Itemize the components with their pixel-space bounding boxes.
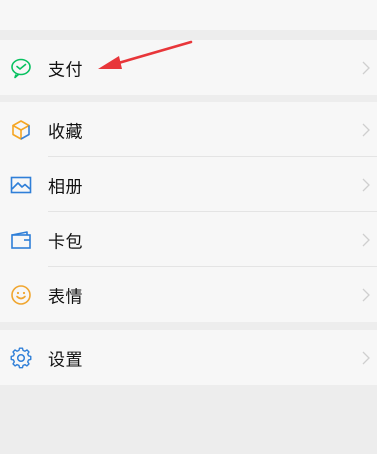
menu-item-cards-label: 卡包 xyxy=(48,232,83,252)
menu-item-settings[interactable]: 设置 xyxy=(0,330,377,385)
image-icon xyxy=(10,174,32,196)
menu-item-album[interactable]: 相册 xyxy=(0,157,377,212)
cube-icon xyxy=(10,119,32,141)
menu-item-favorites[interactable]: 收藏 xyxy=(0,102,377,157)
menu-item-pay-label: 支付 xyxy=(48,60,83,80)
chevron-right-icon xyxy=(362,123,370,136)
chevron-right-icon xyxy=(362,288,370,301)
menu-item-cards[interactable]: 卡包 xyxy=(0,212,377,267)
tools-section: 收藏 相册 卡包 表情 xyxy=(0,102,377,322)
pay-section: 支付 xyxy=(0,40,377,95)
settings-section: 设置 xyxy=(0,330,377,385)
menu-item-favorites-label: 收藏 xyxy=(48,122,83,142)
smiley-icon xyxy=(10,284,32,306)
previous-section-stub xyxy=(0,0,377,30)
chevron-right-icon xyxy=(362,61,370,74)
wechat-pay-icon xyxy=(10,57,32,79)
menu-item-pay[interactable]: 支付 xyxy=(0,40,377,95)
wallet-icon xyxy=(10,229,32,251)
chevron-right-icon xyxy=(362,351,370,364)
chevron-right-icon xyxy=(362,178,370,191)
menu-item-stickers[interactable]: 表情 xyxy=(0,267,377,322)
menu-item-album-label: 相册 xyxy=(48,177,83,197)
menu-item-settings-label: 设置 xyxy=(48,350,83,370)
gear-icon xyxy=(10,346,32,369)
chevron-right-icon xyxy=(362,233,370,246)
menu-item-stickers-label: 表情 xyxy=(48,287,83,307)
